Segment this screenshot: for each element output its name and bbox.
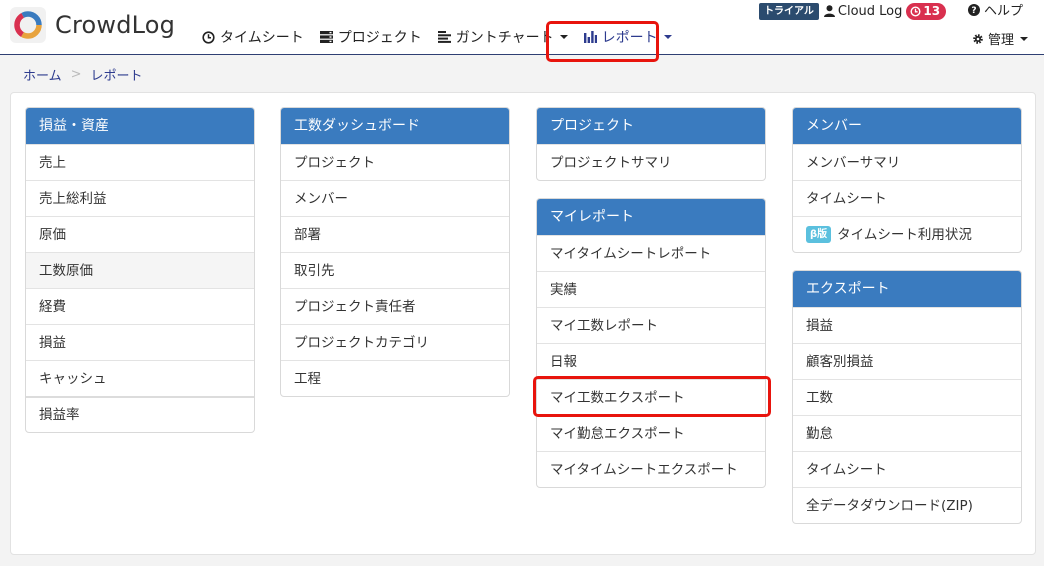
myreport-link-hours-report[interactable]: マイ工数レポート bbox=[537, 307, 765, 343]
crowdlog-logo-icon bbox=[10, 7, 46, 43]
alarm-clock-icon bbox=[910, 5, 921, 17]
admin-label: 管理 bbox=[988, 33, 1015, 48]
card-member: メンバー メンバーサマリ タイムシート β版 タイムシート利用状況 bbox=[792, 107, 1022, 253]
myreport-link-timesheet-export[interactable]: マイタイムシートエクスポート bbox=[537, 451, 765, 487]
nav-project-label: プロジェクト bbox=[337, 30, 422, 46]
clock-icon bbox=[202, 30, 215, 44]
member-link-timesheet-usage-label: タイムシート利用状況 bbox=[837, 226, 972, 243]
user-name: Cloud Log bbox=[837, 3, 903, 19]
notification-badge[interactable]: 13 bbox=[906, 2, 947, 20]
breadcrumb-separator: > bbox=[70, 67, 82, 82]
report-link-expenses[interactable]: 経費 bbox=[26, 288, 254, 324]
report-link-cash[interactable]: キャッシュ bbox=[26, 360, 254, 396]
report-link-sales[interactable]: 売上 bbox=[26, 144, 254, 180]
help-label: ヘルプ bbox=[984, 4, 1024, 19]
report-menu-panel: 損益・資産 売上 売上総利益 原価 工数原価 経費 損益 キャッシュ 損益率 工… bbox=[10, 92, 1036, 555]
card-title: プロジェクト bbox=[537, 108, 765, 144]
report-link-cost[interactable]: 原価 bbox=[26, 216, 254, 252]
gear-icon bbox=[972, 33, 984, 45]
myreport-link-hours-export[interactable]: マイ工数エクスポート bbox=[537, 379, 765, 415]
nav-gantt-label: ガントチャート bbox=[455, 30, 554, 46]
myreport-link-timesheet-report[interactable]: マイタイムシートレポート bbox=[537, 235, 765, 271]
report-link-gross-profit[interactable]: 売上総利益 bbox=[26, 180, 254, 216]
card-title: 工数ダッシュボード bbox=[281, 108, 509, 144]
report-link-profit-loss[interactable]: 損益 bbox=[26, 324, 254, 360]
nav-report[interactable]: レポート bbox=[576, 22, 680, 52]
card-export: エクスポート 損益 顧客別損益 工数 勤怠 タイムシート 全データダウンロード(… bbox=[792, 270, 1022, 524]
top-header: CrowdLog タイムシート プロジェクト ガントチャート レポート トライア… bbox=[0, 0, 1044, 55]
breadcrumb-current[interactable]: レポート bbox=[91, 65, 143, 84]
myreport-link-results[interactable]: 実績 bbox=[537, 271, 765, 307]
card-title: マイレポート bbox=[537, 199, 765, 235]
logo[interactable]: CrowdLog bbox=[10, 6, 175, 44]
account-area: トライアル Cloud Log 13 bbox=[759, 2, 947, 20]
nav-timesheet[interactable]: タイムシート bbox=[194, 22, 312, 52]
bar-chart-icon bbox=[583, 31, 597, 43]
help-link[interactable]: ? ヘルプ bbox=[968, 0, 1023, 19]
card-title: エクスポート bbox=[793, 271, 1021, 307]
main-nav: タイムシート プロジェクト ガントチャート レポート bbox=[194, 22, 680, 52]
dashboard-link-project[interactable]: プロジェクト bbox=[281, 144, 509, 180]
card-title: メンバー bbox=[793, 108, 1021, 144]
chevron-down-icon bbox=[1020, 36, 1029, 41]
nav-report-label: レポート bbox=[601, 30, 658, 46]
card-project: プロジェクト プロジェクトサマリ bbox=[536, 107, 766, 181]
dashboard-link-department[interactable]: 部署 bbox=[281, 216, 509, 252]
question-circle-icon: ? bbox=[968, 3, 980, 16]
gantt-icon bbox=[437, 31, 451, 43]
nav-project[interactable]: プロジェクト bbox=[312, 22, 430, 52]
trial-badge: トライアル bbox=[759, 2, 819, 20]
svg-text:?: ? bbox=[971, 6, 976, 16]
logo-text: CrowdLog bbox=[55, 11, 176, 39]
project-link-summary[interactable]: プロジェクトサマリ bbox=[537, 144, 765, 180]
breadcrumb: ホーム > レポート bbox=[23, 65, 143, 84]
card-hours-dashboard: 工数ダッシュボード プロジェクト メンバー 部署 取引先 プロジェクト責任者 プ… bbox=[280, 107, 510, 397]
report-link-labor-cost[interactable]: 工数原価 bbox=[26, 252, 254, 288]
export-link-profit-loss[interactable]: 損益 bbox=[793, 307, 1021, 343]
user-menu[interactable]: Cloud Log bbox=[823, 3, 903, 19]
dashboard-link-client[interactable]: 取引先 bbox=[281, 252, 509, 288]
beta-badge: β版 bbox=[806, 226, 832, 243]
chevron-down-icon bbox=[663, 35, 672, 39]
user-icon bbox=[823, 5, 835, 17]
notification-count: 13 bbox=[923, 3, 941, 18]
server-icon bbox=[319, 31, 333, 43]
myreport-link-daily-report[interactable]: 日報 bbox=[537, 343, 765, 379]
member-link-timesheet-usage[interactable]: β版 タイムシート利用状況 bbox=[793, 216, 1021, 252]
dashboard-link-member[interactable]: メンバー bbox=[281, 180, 509, 216]
export-link-timesheet[interactable]: タイムシート bbox=[793, 451, 1021, 487]
nav-timesheet-label: タイムシート bbox=[220, 30, 304, 46]
dashboard-link-project-category[interactable]: プロジェクトカテゴリ bbox=[281, 324, 509, 360]
export-link-hours[interactable]: 工数 bbox=[793, 379, 1021, 415]
card-my-report: マイレポート マイタイムシートレポート 実績 マイ工数レポート 日報 マイ工数エ… bbox=[536, 198, 766, 488]
admin-menu[interactable]: 管理 bbox=[972, 29, 1029, 48]
card-profit-assets: 損益・資産 売上 売上総利益 原価 工数原価 経費 損益 キャッシュ 損益率 bbox=[25, 107, 255, 433]
member-link-summary[interactable]: メンバーサマリ bbox=[793, 144, 1021, 180]
export-link-attendance[interactable]: 勤怠 bbox=[793, 415, 1021, 451]
dashboard-link-project-owner[interactable]: プロジェクト責任者 bbox=[281, 288, 509, 324]
dashboard-link-process[interactable]: 工程 bbox=[281, 360, 509, 396]
nav-gantt[interactable]: ガントチャート bbox=[430, 22, 576, 52]
export-link-client-profit[interactable]: 顧客別損益 bbox=[793, 343, 1021, 379]
member-link-timesheet[interactable]: タイムシート bbox=[793, 180, 1021, 216]
export-link-all-data-zip[interactable]: 全データダウンロード(ZIP) bbox=[793, 487, 1021, 523]
myreport-link-attendance-export[interactable]: マイ勤怠エクスポート bbox=[537, 415, 765, 451]
card-title: 損益・資産 bbox=[26, 108, 254, 144]
breadcrumb-home[interactable]: ホーム bbox=[23, 65, 62, 84]
chevron-down-icon bbox=[559, 35, 568, 39]
report-link-profit-rate[interactable]: 損益率 bbox=[26, 396, 254, 432]
